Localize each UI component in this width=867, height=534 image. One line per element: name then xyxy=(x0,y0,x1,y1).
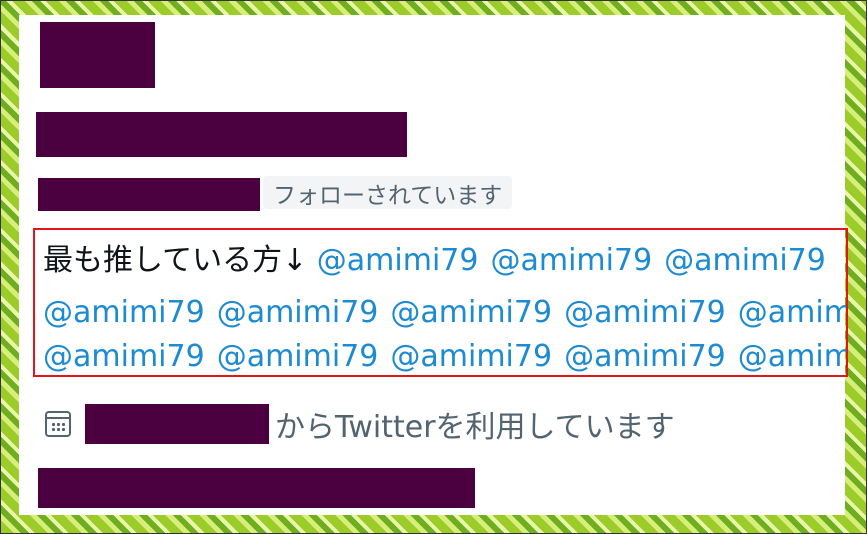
redacted-display-name xyxy=(36,112,407,157)
redacted-avatar xyxy=(40,22,155,88)
follows-you-badge: フォローされています xyxy=(263,176,513,209)
bio-line-2: @amimi79 @amimi79 @amimi79 @amimi79 @amimi79 xyxy=(43,295,846,330)
joined-date-row: からTwitterを利用しています xyxy=(45,402,675,446)
bio-line-1: 最も推している方↓ @amimi79 @amimi79 @amimi79 xyxy=(43,244,838,278)
mention-link[interactable]: @amimi79 xyxy=(490,243,652,278)
mention-link[interactable]: @amimi79 xyxy=(217,295,379,330)
mention-link[interactable]: @amimi79 xyxy=(738,295,846,330)
bio-line-3: @amimi79 @amimi79 @amimi79 @amimi79 @amimi79 xyxy=(43,339,846,374)
calendar-icon xyxy=(45,411,71,437)
mention-link[interactable]: @amimi79 xyxy=(43,295,205,330)
joined-text: からTwitterを利用しています xyxy=(275,410,675,445)
mention-link[interactable]: @amimi79 xyxy=(317,243,479,278)
bio-text: 最も推している方↓ xyxy=(43,243,308,278)
mention-link[interactable]: @amimi79 xyxy=(738,339,846,374)
mention-link[interactable]: @amimi79 xyxy=(664,243,826,278)
mention-link[interactable]: @amimi79 xyxy=(564,295,726,330)
redacted-join-date xyxy=(85,404,269,444)
mention-link[interactable]: @amimi79 xyxy=(390,339,552,374)
bio-highlight-box: 最も推している方↓ @amimi79 @amimi79 @amimi79 @amim… xyxy=(33,228,848,377)
mention-link[interactable]: @amimi79 xyxy=(217,339,379,374)
mention-link[interactable]: @amimi79 xyxy=(564,339,726,374)
redacted-handle xyxy=(38,178,260,211)
mention-link[interactable]: @amimi79 xyxy=(43,339,205,374)
redacted-location xyxy=(38,468,475,508)
mention-link[interactable]: @amimi79 xyxy=(390,295,552,330)
